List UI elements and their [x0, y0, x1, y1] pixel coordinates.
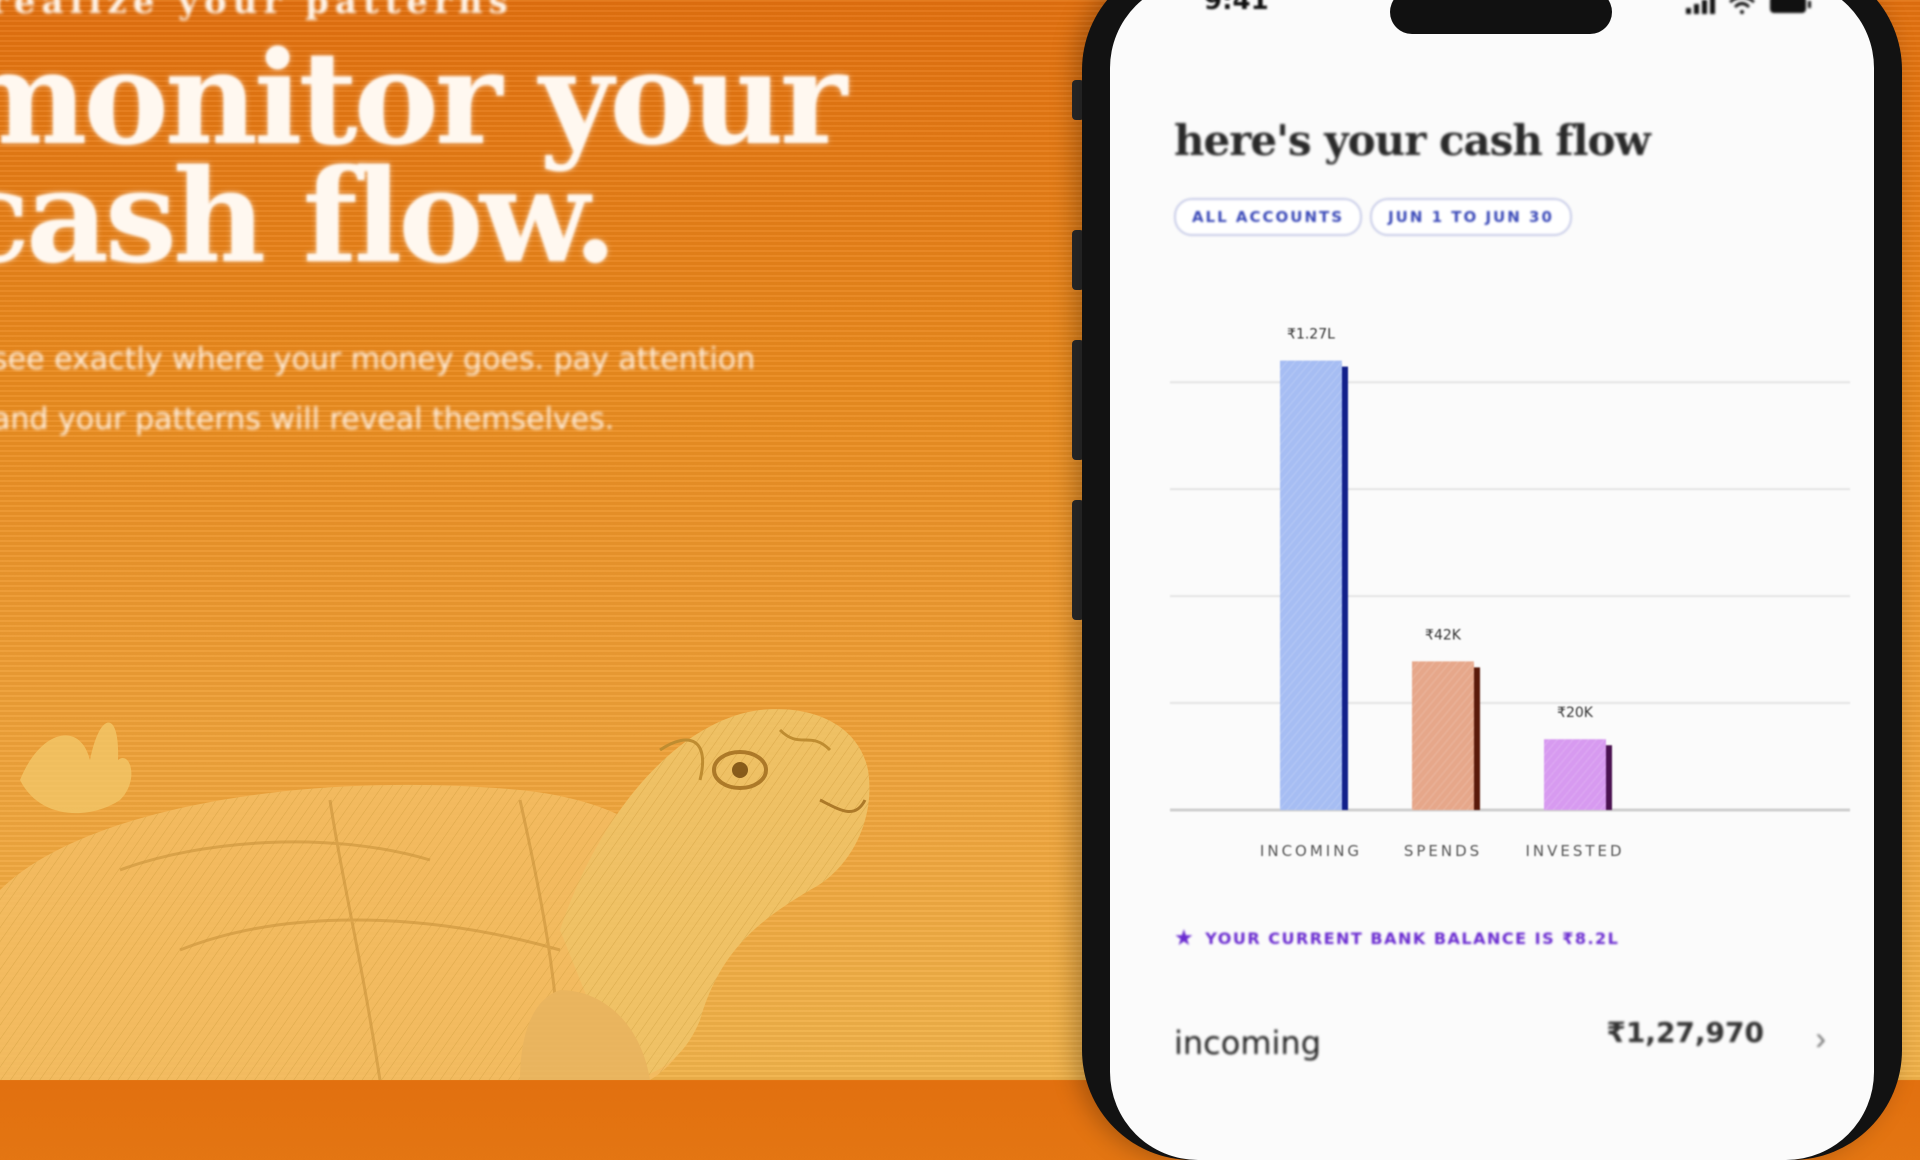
chart-bar-texture: [1412, 661, 1474, 810]
phone-screen: 9:41 here's your cash flow ALL ACCOUNTS …: [1110, 0, 1874, 1160]
chart-value-label: ₹20K: [1557, 705, 1594, 721]
accounts-filter-chip[interactable]: ALL ACCOUNTS: [1174, 198, 1362, 236]
subtext-line-2: and your patterns will reveal themselves…: [0, 402, 615, 437]
star-icon: ★: [1174, 926, 1196, 951]
headline-line-2: cash flow.: [0, 142, 618, 292]
phone-mockup: 9:41 here's your cash flow ALL ACCOUNTS …: [1082, 0, 1902, 1160]
incoming-label: incoming: [1174, 1024, 1321, 1062]
dynamic-island: [1390, 0, 1612, 34]
chart-value-label: ₹1.27L: [1287, 327, 1335, 343]
turtle-illustration: [0, 709, 870, 1080]
hero-subtext: see exactly where your money goes. pay a…: [0, 330, 772, 450]
chart-category-label: INVESTED: [1525, 842, 1624, 860]
chart-bar-texture: [1544, 739, 1606, 810]
incoming-row[interactable]: incoming ₹1,27,970 ›: [1174, 1016, 1834, 1076]
status-time: 9:41: [1204, 0, 1269, 16]
bank-balance-note: ★ YOUR CURRENT BANK BALANCE IS ₹8.2L: [1174, 926, 1619, 951]
signal-icon: [1686, 0, 1715, 14]
chart-gridlines: [1170, 381, 1850, 812]
hero-eyebrow: realize your patterns: [0, 0, 514, 22]
chart-category-label: INCOMING: [1260, 842, 1362, 860]
cash-flow-bar-chart: ₹1.27L INCOMING ₹42K SPENDS ₹20K INVESTED: [1170, 327, 1850, 860]
chart-bars: [1280, 360, 1612, 810]
chart-category-label: SPENDS: [1404, 842, 1482, 860]
status-icons: [1686, 0, 1811, 14]
date-range-filter-chip[interactable]: JUN 1 TO JUN 30: [1370, 198, 1572, 236]
hero-section: realize your patterns monitor your cash …: [0, 0, 1080, 1080]
bank-balance-text: YOUR CURRENT BANK BALANCE IS ₹8.2L: [1205, 929, 1620, 948]
screen-title: here's your cash flow: [1174, 116, 1651, 165]
hero-headline: monitor your cash flow.: [0, 24, 847, 292]
chart-value-label: ₹42K: [1425, 627, 1462, 643]
battery-icon: [1770, 0, 1811, 13]
incoming-amount: ₹1,27,970: [1606, 1016, 1764, 1049]
chevron-right-icon[interactable]: ›: [1815, 1020, 1826, 1057]
headline-line-1: monitor your: [0, 24, 847, 174]
wifi-icon: [1729, 0, 1755, 14]
subtext-line-1: see exactly where your money goes. pay a…: [0, 342, 756, 377]
chart-bar-texture: [1280, 360, 1342, 810]
